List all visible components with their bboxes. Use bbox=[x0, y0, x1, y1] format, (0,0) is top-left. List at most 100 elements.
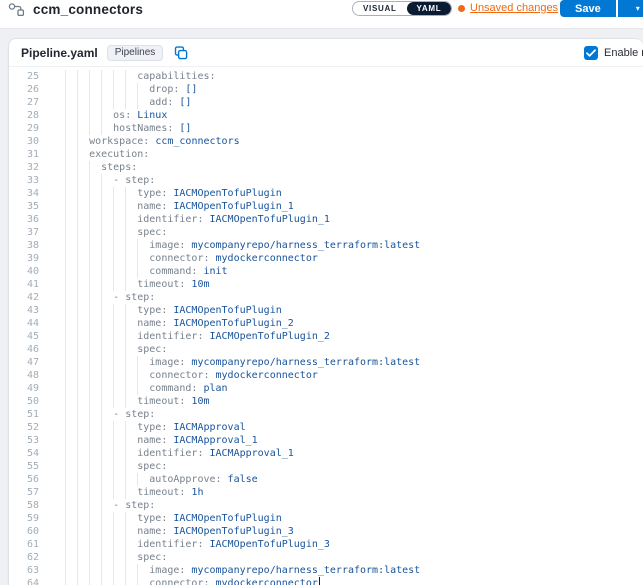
line-number: 33 bbox=[9, 174, 39, 187]
line-number: 47 bbox=[9, 356, 39, 369]
indent-guides bbox=[65, 408, 113, 421]
unsaved-dot-icon bbox=[458, 5, 465, 12]
code-line[interactable]: 46spec: bbox=[9, 343, 643, 356]
code-text: name: IACMOpenTofuPlugin_3 bbox=[65, 525, 294, 538]
line-number: 41 bbox=[9, 278, 39, 291]
code-line[interactable]: 36identifier: IACMOpenTofuPlugin_1 bbox=[9, 213, 643, 226]
code-text: drop: [] bbox=[65, 83, 197, 96]
code-line[interactable]: 33- step: bbox=[9, 174, 643, 187]
indent-guides bbox=[65, 70, 137, 83]
yaml-panel-header: Pipeline.yaml Pipelines Enable read/ bbox=[9, 39, 643, 67]
code-line[interactable]: 35name: IACMOpenTofuPlugin_1 bbox=[9, 200, 643, 213]
code-line[interactable]: 52type: IACMApproval bbox=[9, 421, 643, 434]
code-line[interactable]: 53name: IACMApproval_1 bbox=[9, 434, 643, 447]
code-line[interactable]: 43type: IACMOpenTofuPlugin bbox=[9, 304, 643, 317]
line-number: 54 bbox=[9, 447, 39, 460]
readwrite-checkbox[interactable] bbox=[584, 46, 598, 60]
save-menu-button[interactable]: ▾ bbox=[618, 0, 643, 17]
copy-button[interactable] bbox=[172, 44, 190, 62]
code-text: identifier: IACMOpenTofuPlugin_2 bbox=[65, 330, 330, 343]
line-number: 64 bbox=[9, 577, 39, 585]
code-text: image: mycompanyrepo/harness_terraform:l… bbox=[65, 356, 420, 369]
tab-visual[interactable]: VISUAL bbox=[353, 2, 407, 15]
tab-yaml[interactable]: YAML bbox=[407, 2, 452, 15]
indent-guides bbox=[65, 83, 149, 96]
code-line[interactable]: 31execution: bbox=[9, 148, 643, 161]
code-line[interactable]: 56autoApprove: false bbox=[9, 473, 643, 486]
indent-guides bbox=[65, 317, 137, 330]
code-line[interactable]: 38image: mycompanyrepo/harness_terraform… bbox=[9, 239, 643, 252]
code-text: name: IACMOpenTofuPlugin_2 bbox=[65, 317, 294, 330]
indent-guides bbox=[65, 265, 149, 278]
code-line[interactable]: 34type: IACMOpenTofuPlugin bbox=[9, 187, 643, 200]
yaml-editor[interactable]: 25capabilities:26drop: []27add: []28os: … bbox=[9, 67, 643, 585]
code-text: - step: bbox=[65, 291, 155, 304]
code-text: command: init bbox=[65, 265, 228, 278]
code-line[interactable]: 63image: mycompanyrepo/harness_terraform… bbox=[9, 564, 643, 577]
code-line[interactable]: 57timeout: 1h bbox=[9, 486, 643, 499]
indent-guides bbox=[65, 109, 113, 122]
line-number: 55 bbox=[9, 460, 39, 473]
code-text: identifier: IACMOpenTofuPlugin_3 bbox=[65, 538, 330, 551]
code-line[interactable]: 64connector: mydockerconnector bbox=[9, 577, 643, 585]
line-number: 56 bbox=[9, 473, 39, 486]
code-text: hostNames: [] bbox=[65, 122, 191, 135]
indent-guides bbox=[65, 343, 137, 356]
indent-guides bbox=[65, 525, 137, 538]
code-line[interactable]: 54identifier: IACMApproval_1 bbox=[9, 447, 643, 460]
view-toggle: VISUAL YAML bbox=[352, 1, 452, 16]
code-line[interactable]: 39connector: mydockerconnector bbox=[9, 252, 643, 265]
code-line[interactable]: 51- step: bbox=[9, 408, 643, 421]
indent-guides bbox=[65, 330, 137, 343]
save-button[interactable]: Save bbox=[560, 0, 616, 17]
line-number: 45 bbox=[9, 330, 39, 343]
line-number: 58 bbox=[9, 499, 39, 512]
code-text: image: mycompanyrepo/harness_terraform:l… bbox=[65, 239, 420, 252]
code-line[interactable]: 26drop: [] bbox=[9, 83, 643, 96]
code-line[interactable]: 25capabilities: bbox=[9, 70, 643, 83]
indent-guides bbox=[65, 434, 137, 447]
line-number: 46 bbox=[9, 343, 39, 356]
code-line[interactable]: 27add: [] bbox=[9, 96, 643, 109]
line-number: 50 bbox=[9, 395, 39, 408]
indent-guides bbox=[65, 499, 113, 512]
code-line[interactable]: 50timeout: 10m bbox=[9, 395, 643, 408]
indent-guides bbox=[65, 278, 137, 291]
indent-guides bbox=[65, 291, 113, 304]
indent-guides bbox=[65, 421, 137, 434]
code-line[interactable]: 47 image: mycompanyrepo/harness_terraform… bbox=[9, 356, 643, 369]
code-text: type: IACMOpenTofuPlugin bbox=[65, 512, 282, 525]
code-line[interactable]: 59 type: IACMOpenTofuPlugin bbox=[9, 512, 643, 525]
code-line[interactable]: 40command: init bbox=[9, 265, 643, 278]
file-name: Pipeline.yaml bbox=[21, 46, 98, 60]
indent-guides bbox=[65, 148, 89, 161]
code-line[interactable]: 28os: Linux bbox=[9, 109, 643, 122]
code-line[interactable]: 41timeout: 10m bbox=[9, 278, 643, 291]
code-line[interactable]: 48connector: mydockerconnector bbox=[9, 369, 643, 382]
code-line[interactable]: 58- step: bbox=[9, 499, 643, 512]
code-line[interactable]: 37spec: bbox=[9, 226, 643, 239]
text-cursor bbox=[319, 577, 321, 585]
code-line[interactable]: 55spec: bbox=[9, 460, 643, 473]
code-line[interactable]: 30workspace: ccm_connectors bbox=[9, 135, 643, 148]
indent-guides bbox=[65, 96, 149, 109]
code-line[interactable]: 44name: IACMOpenTofuPlugin_2 bbox=[9, 317, 643, 330]
code-line[interactable]: 32steps: bbox=[9, 161, 643, 174]
unsaved-changes-link[interactable]: Unsaved changes bbox=[458, 2, 558, 14]
line-number: 48 bbox=[9, 369, 39, 382]
code-line[interactable]: 45 identifier: IACMOpenTofuPlugin_2 bbox=[9, 330, 643, 343]
code-line[interactable]: 42- step: bbox=[9, 291, 643, 304]
code-line[interactable]: 61identifier: IACMOpenTofuPlugin_3 bbox=[9, 538, 643, 551]
code-line[interactable]: 60name: IACMOpenTofuPlugin_3 bbox=[9, 525, 643, 538]
indent-guides bbox=[65, 252, 149, 265]
code-line[interactable]: 62spec: bbox=[9, 551, 643, 564]
code-line[interactable]: 29hostNames: [] bbox=[9, 122, 643, 135]
indent-guides bbox=[65, 538, 137, 551]
line-number: 59 bbox=[9, 512, 39, 525]
pipelines-badge: Pipelines bbox=[107, 45, 164, 61]
code-text: execution: bbox=[65, 148, 149, 161]
line-number: 32 bbox=[9, 161, 39, 174]
line-number: 57 bbox=[9, 486, 39, 499]
indent-guides bbox=[65, 135, 89, 148]
code-line[interactable]: 49command: plan bbox=[9, 382, 643, 395]
